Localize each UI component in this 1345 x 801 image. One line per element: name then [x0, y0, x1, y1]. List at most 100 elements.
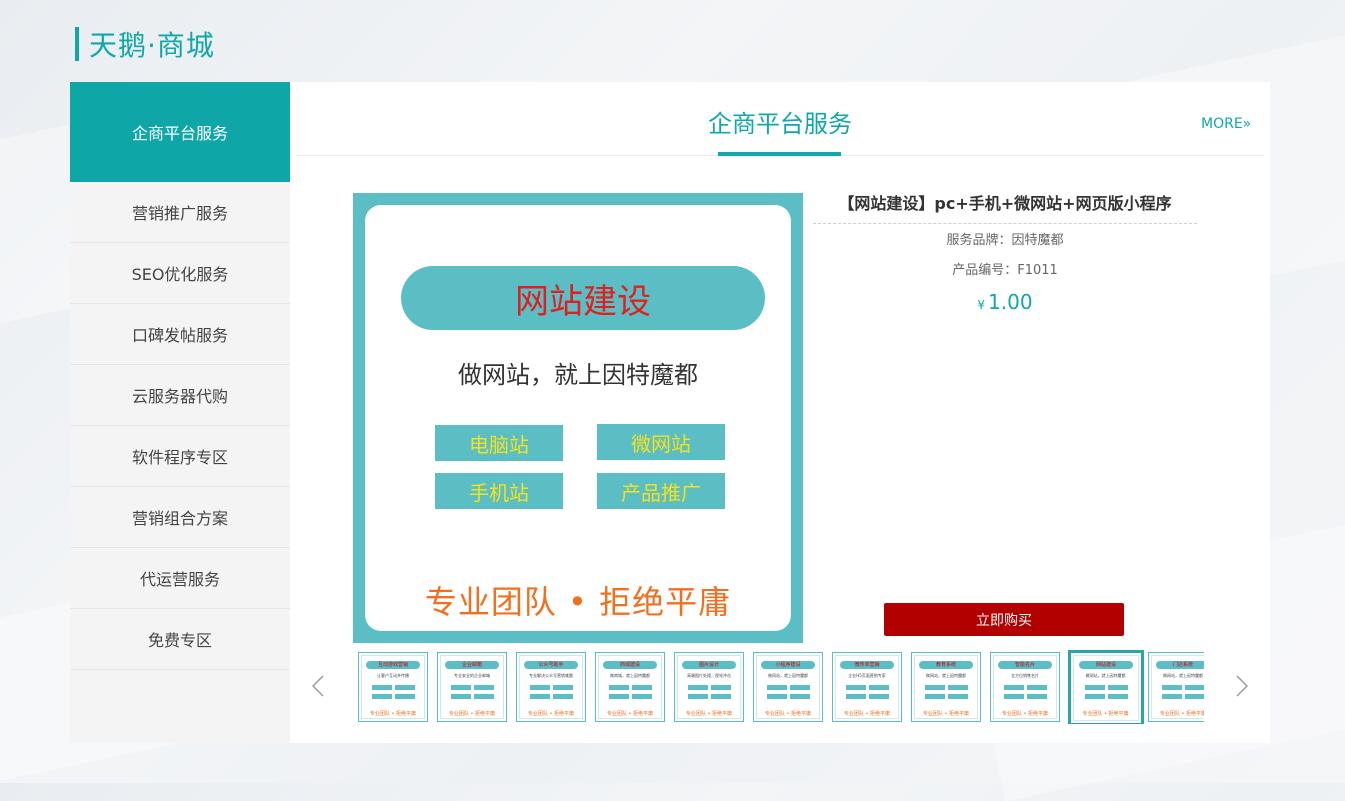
thumbnail-box	[846, 694, 866, 699]
chevron-right-icon[interactable]	[1232, 674, 1252, 698]
thumbnail-tagline: 专业团队 • 拒绝平庸	[685, 711, 733, 717]
thumbnail-box	[1027, 685, 1047, 690]
product-name: 【网站建设】pc+手机+微网站+网页版小程序	[813, 192, 1197, 224]
thumbnail-box	[553, 694, 573, 699]
thumbnail-item[interactable]: 微传单营销 企业H5页面营销专家 专业团队 • 拒绝平庸	[832, 652, 902, 722]
thumbnail-box	[1162, 694, 1182, 699]
thumbnail-box	[688, 685, 708, 690]
thumbnail-tagline: 专业团队 • 拒绝平庸	[369, 711, 417, 717]
thumbnail-item[interactable]: 图片设计 高端图片处理，视觉冲击 专业团队 • 拒绝平庸	[674, 652, 744, 722]
image-box-micro: 微网站	[597, 424, 725, 460]
thumbnail-tagline: 专业团队 • 拒绝平庸	[1082, 711, 1129, 717]
thumbnail-item[interactable]: 教育系统 做网站，就上因特魔都 专业团队 • 拒绝平庸	[911, 652, 981, 722]
thumbnail-subtitle: 做网站，就上因特魔都	[768, 673, 808, 678]
sidebar-item-enterprise-platform[interactable]: 企商平台服务	[70, 82, 290, 182]
sidebar-item-free[interactable]: 免费专区	[70, 609, 290, 670]
brand-title: 天鹅·商城	[89, 29, 215, 62]
thumbnail-tagline: 专业团队 • 拒绝平庸	[764, 711, 812, 717]
thumbnail-subtitle: 高端图片处理，视觉冲击	[687, 673, 731, 678]
thumbnail-title: 网站建设	[1079, 661, 1133, 669]
thumbnail-item[interactable]: 公众号助手专业解决公众号营销难题 专业团队 • 拒绝平庸	[516, 652, 586, 722]
thumbnail-box	[632, 694, 652, 699]
thumbnail-box	[553, 685, 573, 690]
thumbnail-title: 微传单营销	[840, 661, 894, 669]
image-box-mobile: 手机站	[435, 473, 563, 509]
brand-accent-bar	[75, 27, 79, 61]
thumbnail-box	[767, 685, 787, 690]
image-box-pc: 电脑站	[435, 425, 563, 461]
thumbnail-box	[925, 685, 945, 690]
thumbnail-item[interactable]: 企业邮箱专业安全的企业邮箱专业团队 • 拒绝平庸	[437, 652, 507, 722]
thumbnail-box	[395, 685, 415, 690]
thumbnail-box	[688, 694, 708, 699]
image-box-promotion: 产品推广	[597, 473, 725, 509]
thumbnail-box	[767, 694, 787, 699]
category-sidebar: 企商平台服务 营销推广服务 SEO优化服务 口碑发帖服务 云服务器代购 软件程序…	[70, 82, 290, 743]
thumbnail-tagline: 专业团队 • 拒绝平庸	[448, 711, 496, 717]
thumbnail-title: 互动游戏营销	[366, 661, 420, 669]
thumbnail-title: 公众号助手	[524, 661, 578, 669]
thumbnail-subtitle: 专业解决公众号营销难题	[529, 673, 573, 678]
thumbnail-box	[790, 685, 810, 690]
thumbnail-box	[925, 694, 945, 699]
thumbnail-title: 商城建设	[603, 661, 657, 669]
thumbnail-tagline: 专业团队 • 拒绝平庸	[606, 711, 654, 717]
thumbnail-box	[790, 694, 810, 699]
thumbnail-subtitle: 做商城，就上因特魔都	[610, 673, 650, 678]
product-main-image: 网站建设 做网站，就上因特魔都 电脑站 微网站 手机站 产品推广 专业团队 • …	[353, 193, 803, 643]
thumbnail-item[interactable]: 门店系统做网站，就上因特魔都 专业团队 • 拒绝平庸	[1148, 652, 1204, 722]
thumbnail-box	[1004, 694, 1024, 699]
thumbnail-tagline: 专业团队 • 拒绝平庸	[527, 711, 575, 717]
sidebar-item-seo[interactable]: SEO优化服务	[70, 243, 290, 304]
sidebar-item-software[interactable]: 软件程序专区	[70, 426, 290, 487]
thumbnail-box	[451, 685, 471, 690]
thumbnail-tagline: 专业团队 • 拒绝平庸	[1001, 711, 1049, 717]
product-price: ¥1.00	[813, 290, 1197, 314]
image-tagline: 专业团队 • 拒绝平庸	[424, 583, 732, 621]
thumbnail-title: 教育系统	[919, 661, 973, 669]
panel-title: 企商平台服务	[708, 110, 852, 138]
sidebar-item-operation-service[interactable]: 代运营服务	[70, 548, 290, 609]
chevron-left-icon[interactable]	[308, 674, 328, 698]
product-code: 产品编号：F1011	[952, 263, 1058, 278]
product-image-card: 网站建设 做网站，就上因特魔都 电脑站 微网站 手机站 产品推广 专业团队 • …	[365, 205, 791, 631]
price-value: 1.00	[988, 290, 1033, 314]
thumbnail-box	[1085, 685, 1105, 690]
image-headline: 网站建设	[401, 266, 765, 330]
thumbnail-item[interactable]: 小程序建设 做网站，就上因特魔都 专业团队 • 拒绝平庸	[753, 652, 823, 722]
thumbnail-box	[609, 685, 629, 690]
thumbnail-subtitle: 做网站，就上因特魔都	[1163, 673, 1203, 678]
title-underline	[718, 152, 841, 156]
thumbnail-box	[530, 694, 550, 699]
thumbnail-subtitle: 专业安全的企业邮箱	[454, 673, 490, 678]
thumbnail-box	[1185, 694, 1204, 699]
thumbnail-item[interactable]: 网站建设 做网站，就上因特魔都 专业团队 • 拒绝平庸	[1068, 650, 1144, 724]
thumbnail-title: 企业邮箱	[445, 661, 499, 669]
thumbnail-box	[869, 694, 889, 699]
thumbnail-box	[609, 694, 629, 699]
sidebar-item-marketing-bundle[interactable]: 营销组合方案	[70, 487, 290, 548]
thumbnail-item[interactable]: 互动游戏营销 让客户互动并传播 专业团队 • 拒绝平庸	[358, 652, 428, 722]
thumbnail-box	[711, 685, 731, 690]
thumbnail-box	[632, 685, 652, 690]
thumbnail-box	[372, 685, 392, 690]
thumbnail-title: 门店系统	[1156, 661, 1204, 669]
thumbnail-box	[1162, 685, 1182, 690]
site-brand: 天鹅·商城	[75, 26, 215, 62]
buy-now-button[interactable]: 立即购买	[884, 603, 1124, 636]
thumbnail-box	[530, 685, 550, 690]
thumbnail-box	[1085, 694, 1105, 699]
thumbnail-subtitle: 全方位销售名片	[1011, 673, 1039, 678]
thumbnail-strip: 互动游戏营销 让客户互动并传播 专业团队 • 拒绝平庸 企业邮箱 专业安全的企业邮箱 专业…	[358, 650, 1204, 724]
thumbnail-box	[474, 685, 494, 690]
more-link[interactable]: MORE»	[1201, 116, 1251, 132]
thumbnail-tagline: 专业团队 • 拒绝平庸	[843, 711, 891, 717]
thumbnail-box	[1027, 694, 1047, 699]
sidebar-item-cloud-server[interactable]: 云服务器代购	[70, 365, 290, 426]
sidebar-item-word-of-mouth[interactable]: 口碑发帖服务	[70, 304, 290, 365]
product-brand: 服务品牌：因特魔都	[946, 233, 1064, 248]
sidebar-item-marketing-promotion[interactable]: 营销推广服务	[70, 182, 290, 243]
thumbnail-item[interactable]: 商城建设做商城，就上因特魔都 专业团队 • 拒绝平庸	[595, 652, 665, 722]
thumbnail-item[interactable]: 智能名片 全方位销售名片 专业团队 • 拒绝平庸	[990, 652, 1060, 722]
thumbnail-tagline: 专业团队 • 拒绝平庸	[1159, 711, 1204, 717]
